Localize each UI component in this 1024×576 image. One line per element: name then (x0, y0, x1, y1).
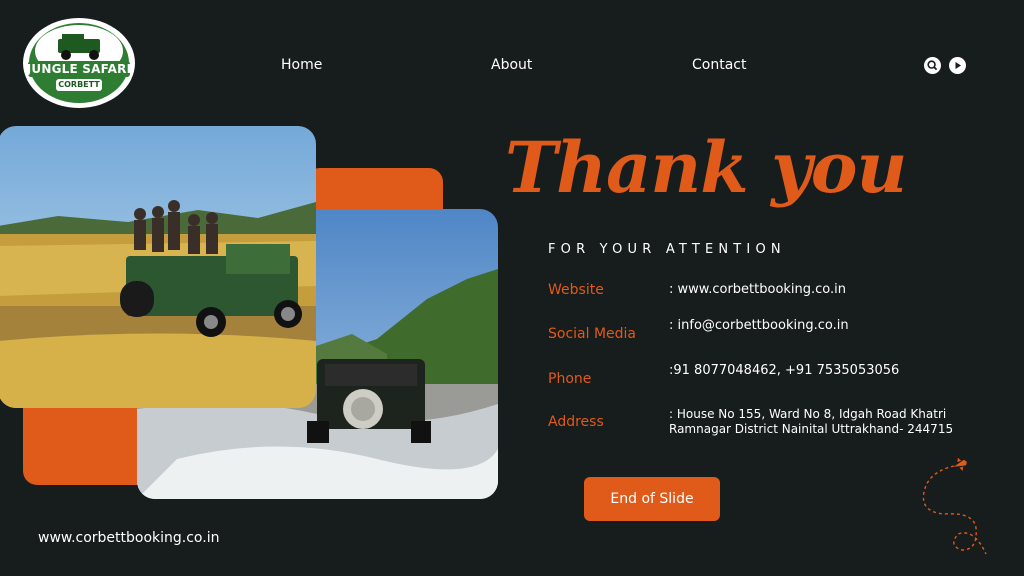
logo-text-sub: CORBETT (58, 80, 100, 89)
end-of-slide-button[interactable]: End of Slide (584, 477, 720, 521)
social-media-value[interactable]: : info@corbettbooking.co.in (669, 318, 849, 333)
phone-value[interactable]: :91 8077048462, +91 7535053056 (669, 363, 899, 378)
nav-contact[interactable]: Contact (692, 57, 746, 73)
address-line-2: Ramnagar District Nainital Uttrakhand- 2… (669, 422, 954, 436)
logo-text-main: JUNGLE SAFARI (26, 62, 132, 76)
social-media-label: Social Media (548, 326, 637, 342)
photo-jeep-safari (0, 126, 316, 408)
search-icon[interactable] (924, 57, 941, 74)
address-line-1: : House No 155, Ward No 8, Idgah Road Kh… (669, 407, 947, 421)
website-value[interactable]: : www.corbettbooking.co.in (669, 282, 846, 297)
address-label: Address (548, 414, 604, 430)
website-label: Website (548, 282, 604, 298)
phone-label: Phone (548, 371, 592, 387)
nav-about[interactable]: About (491, 57, 532, 73)
airplane-icon (953, 457, 967, 471)
nav-home[interactable]: Home (281, 57, 322, 73)
thank-you-title: Thank you (505, 126, 907, 209)
brand-logo[interactable]: JUNGLE SAFARI CORBETT (22, 17, 136, 109)
play-icon[interactable] (949, 57, 966, 74)
airplane-path-decoration (918, 457, 998, 566)
subtitle: FOR YOUR ATTENTION (548, 242, 786, 257)
footer-website-link[interactable]: www.corbettbooking.co.in (38, 530, 219, 546)
